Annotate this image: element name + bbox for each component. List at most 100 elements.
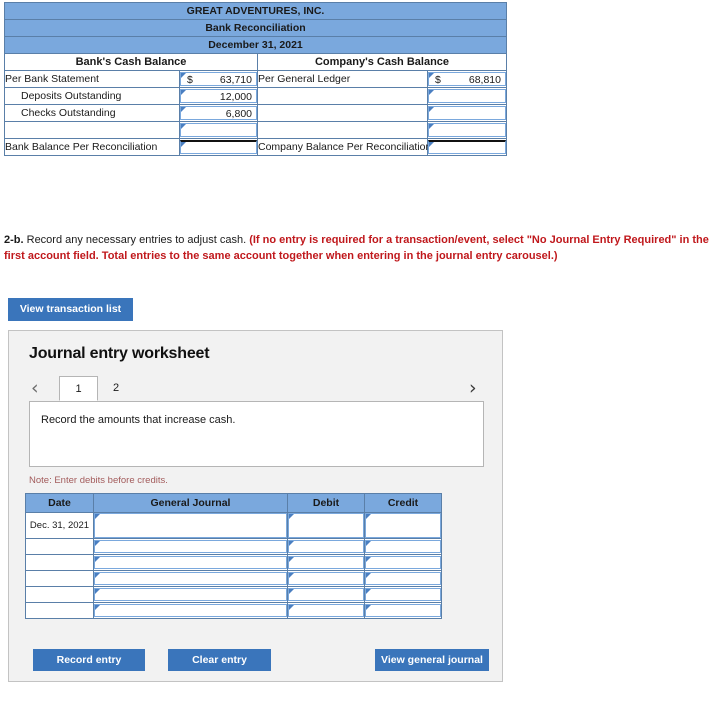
journal-debit-input[interactable]	[288, 540, 364, 553]
recon-left-label: Deposits Outstanding	[4, 87, 180, 105]
journal-account-input[interactable]	[94, 572, 287, 585]
recon-left-label: Per Bank Statement	[4, 70, 180, 88]
journal-debit-input[interactable]	[288, 556, 364, 569]
journal-debit-input[interactable]	[288, 572, 364, 585]
company-balance-total-cell	[427, 138, 507, 156]
amount-value: 6,800	[225, 108, 252, 120]
journal-date-cell: Dec. 31, 2021	[25, 512, 94, 539]
recon-right-label	[257, 121, 428, 139]
company-balance-total-input[interactable]	[428, 140, 506, 154]
recon-left-amount-input[interactable]	[180, 123, 257, 137]
journal-debit-cell	[287, 570, 365, 587]
journal-credit-input[interactable]	[365, 604, 441, 617]
recon-row	[4, 121, 507, 139]
worksheet-note: Note: Enter debits before credits.	[29, 475, 168, 486]
journal-row	[25, 602, 442, 619]
journal-date-cell	[25, 570, 94, 587]
recon-row: Checks Outstanding 6,800	[4, 104, 507, 122]
bank-reconciliation-table: GREAT ADVENTURES, INC. Bank Reconciliati…	[4, 2, 507, 156]
recon-row: Per Bank Statement $ 63,710 Per General …	[4, 70, 507, 88]
journal-account-input[interactable]	[94, 540, 287, 553]
journal-account-cell	[93, 586, 288, 603]
recon-section-header-row: Bank's Cash Balance Company's Cash Balan…	[4, 53, 507, 71]
clear-entry-button[interactable]: Clear entry	[168, 649, 271, 671]
journal-header-debit: Debit	[287, 493, 365, 513]
journal-credit-cell	[364, 602, 442, 619]
recon-left-label	[4, 121, 180, 139]
bank-balance-per-reconciliation-label: Bank Balance Per Reconciliation	[4, 138, 180, 156]
journal-debit-input[interactable]	[288, 513, 364, 538]
recon-right-amount-cell: $ 68,810	[427, 70, 507, 88]
recon-left-amount-cell: 6,800	[179, 104, 258, 122]
journal-row	[25, 586, 442, 603]
journal-header-row: Date General Journal Debit Credit	[25, 493, 442, 513]
recon-right-label	[257, 87, 428, 105]
recon-total-row: Bank Balance Per Reconciliation Company …	[4, 138, 507, 156]
journal-credit-cell	[364, 538, 442, 555]
recon-right-amount-cell	[427, 121, 507, 139]
journal-grid: Date General Journal Debit Credit Dec. 3…	[25, 493, 442, 619]
previous-arrow-icon[interactable]: ‹	[31, 379, 39, 398]
journal-account-input[interactable]	[94, 513, 287, 538]
journal-debit-cell	[287, 554, 365, 571]
instruction-number: 2-b.	[4, 234, 24, 246]
recon-left-amount-input[interactable]: $ 63,710	[180, 72, 257, 86]
worksheet-title: Journal entry worksheet	[29, 345, 210, 362]
recon-right-amount-input[interactable]	[428, 106, 506, 120]
statement-date: December 31, 2021	[4, 36, 507, 54]
bank-balance-total-input[interactable]	[180, 140, 257, 154]
recon-date-row: December 31, 2021	[4, 36, 507, 54]
journal-debit-input[interactable]	[288, 588, 364, 601]
recon-right-amount-input[interactable]	[428, 123, 506, 137]
journal-debit-input[interactable]	[288, 604, 364, 617]
journal-debit-cell	[287, 538, 365, 555]
dollar-sign: $	[435, 74, 441, 86]
journal-row	[25, 538, 442, 555]
journal-account-cell	[93, 554, 288, 571]
recon-left-amount-input[interactable]: 12,000	[180, 89, 257, 103]
statement-title: Bank Reconciliation	[4, 19, 507, 37]
journal-header-general-journal: General Journal	[93, 493, 288, 513]
journal-entry-table: Date General Journal Debit Credit Dec. 3…	[25, 493, 442, 619]
journal-account-cell	[93, 602, 288, 619]
view-transaction-list-button[interactable]: View transaction list	[8, 298, 133, 321]
recon-left-amount-input[interactable]: 6,800	[180, 106, 257, 120]
recon-right-label: Per General Ledger	[257, 70, 428, 88]
journal-credit-cell	[364, 512, 442, 539]
recon-left-amount-cell	[179, 121, 258, 139]
recon-right-amount-cell	[427, 87, 507, 105]
journal-row	[25, 554, 442, 571]
worksheet-tab-row: ‹ 1 2 ›	[9, 376, 504, 402]
instruction-text: 2-b. Record any necessary entries to adj…	[4, 232, 722, 264]
journal-account-input[interactable]	[94, 604, 287, 617]
recon-right-amount-cell	[427, 104, 507, 122]
amount-value: 12,000	[219, 91, 252, 103]
worksheet-tab-1[interactable]: 1	[59, 376, 98, 401]
next-arrow-icon[interactable]: ›	[469, 379, 477, 398]
journal-account-input[interactable]	[94, 588, 287, 601]
recon-left-amount-cell: 12,000	[179, 87, 258, 105]
journal-header-credit: Credit	[364, 493, 442, 513]
recon-left-label: Checks Outstanding	[4, 104, 180, 122]
view-general-journal-button[interactable]: View general journal	[375, 649, 489, 671]
recon-company-row: GREAT ADVENTURES, INC.	[4, 2, 507, 20]
journal-header-date: Date	[25, 493, 94, 513]
journal-credit-input[interactable]	[365, 556, 441, 569]
instruction-body: Record any necessary entries to adjust c…	[23, 234, 250, 246]
journal-debit-cell	[287, 512, 365, 539]
journal-account-cell	[93, 538, 288, 555]
recon-right-amount-input[interactable]	[428, 89, 506, 103]
recon-left-amount-cell: $ 63,710	[179, 70, 258, 88]
journal-entry-worksheet-panel: Journal entry worksheet ‹ 1 2 › Record t…	[8, 330, 503, 682]
record-entry-button[interactable]: Record entry	[33, 649, 145, 671]
worksheet-tab-2[interactable]: 2	[101, 376, 131, 401]
recon-right-amount-input[interactable]: $ 68,810	[428, 72, 506, 86]
journal-credit-input[interactable]	[365, 513, 441, 538]
journal-account-input[interactable]	[94, 556, 287, 569]
journal-date-cell	[25, 602, 94, 619]
reconciliation-grid: GREAT ADVENTURES, INC. Bank Reconciliati…	[4, 2, 507, 156]
journal-credit-input[interactable]	[365, 540, 441, 553]
journal-credit-input[interactable]	[365, 588, 441, 601]
journal-debit-cell	[287, 586, 365, 603]
journal-credit-input[interactable]	[365, 572, 441, 585]
